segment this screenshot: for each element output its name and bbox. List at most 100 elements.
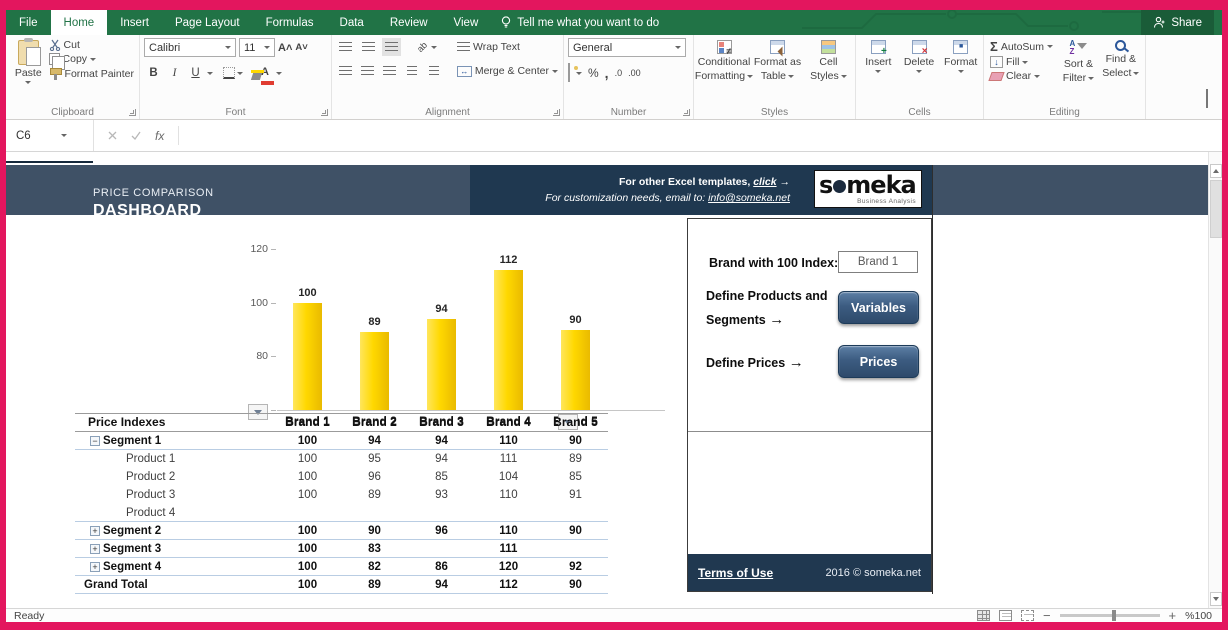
formula-input[interactable] — [179, 120, 1222, 151]
table-cell[interactable]: 100 — [274, 432, 341, 450]
table-cell[interactable]: 90 — [542, 432, 609, 450]
sort-filter-button[interactable]: AZ Sort & Filter — [1057, 38, 1099, 104]
font-name-select[interactable]: Calibri — [144, 38, 236, 57]
expand-toggle[interactable]: + — [90, 544, 100, 554]
email-link[interactable]: info@someka.net — [708, 192, 790, 204]
scroll-up-button[interactable] — [1210, 164, 1222, 178]
number-dialog-launcher[interactable] — [683, 109, 690, 116]
font-color-button[interactable]: A — [261, 62, 274, 85]
number-format-select[interactable]: General — [568, 38, 686, 57]
delete-cells-button[interactable]: Delete — [901, 38, 938, 104]
chart-bar[interactable] — [427, 318, 456, 410]
orientation-dropdown-icon[interactable] — [431, 45, 438, 49]
terms-of-use-link[interactable]: Terms of Use — [698, 566, 773, 580]
format-painter-button[interactable]: Format Painter — [47, 66, 136, 81]
row-label[interactable]: Product 1 — [126, 450, 175, 468]
table-cell[interactable]: 82 — [341, 558, 408, 576]
alignment-dialog-launcher[interactable] — [553, 109, 560, 116]
table-cell[interactable]: 90 — [542, 522, 609, 540]
scrollbar-thumb[interactable] — [1210, 180, 1222, 238]
table-column-header[interactable]: Brand 3 — [408, 413, 475, 431]
chart-filter-button[interactable] — [248, 404, 268, 420]
row-label[interactable]: Segment 4 — [103, 558, 161, 576]
table-cell[interactable]: 92 — [542, 558, 609, 576]
find-select-button[interactable]: Find & Select — [1100, 38, 1142, 104]
tab-insert[interactable]: Insert — [107, 10, 162, 35]
name-box[interactable]: C6 — [6, 120, 94, 151]
expand-toggle[interactable]: − — [90, 436, 100, 446]
worksheet[interactable]: PRICE COMPARISON DASHBOARD For other Exc… — [6, 152, 1222, 608]
conditional-formatting-button[interactable]: Conditional Formatting — [695, 38, 754, 104]
row-label[interactable]: Segment 3 — [103, 540, 161, 558]
align-middle-button[interactable] — [359, 38, 378, 56]
row-label[interactable]: Product 3 — [126, 486, 175, 504]
chart-bar[interactable] — [561, 329, 590, 410]
table-cell[interactable]: 100 — [274, 522, 341, 540]
table-cell[interactable]: 96 — [408, 522, 475, 540]
row-label[interactable]: Grand Total — [84, 576, 148, 594]
page-layout-view-button[interactable] — [998, 610, 1012, 621]
normal-view-button[interactable] — [976, 610, 990, 621]
italic-button[interactable]: I — [165, 64, 184, 82]
tab-data[interactable]: Data — [327, 10, 377, 35]
table-cell[interactable]: 83 — [341, 540, 408, 558]
expand-toggle[interactable]: + — [90, 526, 100, 536]
clear-button[interactable]: Clear — [988, 69, 1057, 83]
font-color-dropdown-icon[interactable] — [276, 71, 282, 75]
borders-dropdown-icon[interactable] — [237, 71, 243, 75]
prices-button[interactable]: Prices — [838, 345, 919, 378]
tab-file[interactable]: File — [6, 10, 51, 35]
row-label[interactable]: Product 2 — [126, 468, 175, 486]
accounting-dropdown-icon[interactable] — [576, 71, 582, 75]
page-break-view-button[interactable] — [1020, 610, 1034, 621]
zoom-out-button[interactable]: − — [1043, 609, 1051, 622]
table-cell[interactable]: 100 — [274, 468, 341, 486]
table-cell[interactable]: 86 — [408, 558, 475, 576]
table-cell[interactable]: 120 — [475, 558, 542, 576]
row-label[interactable]: Segment 2 — [103, 522, 161, 540]
variables-button[interactable]: Variables — [838, 291, 919, 324]
chart-bar[interactable] — [293, 302, 322, 410]
table-cell[interactable]: 91 — [542, 486, 609, 504]
clipboard-dialog-launcher[interactable] — [129, 109, 136, 116]
table-cell[interactable]: 90 — [341, 522, 408, 540]
table-column-header[interactable]: Brand 5 — [542, 413, 609, 431]
autosum-button[interactable]: Σ AutoSum — [988, 38, 1057, 55]
tab-home[interactable]: Home — [50, 10, 108, 35]
collapse-ribbon-button[interactable] — [1206, 89, 1208, 109]
tab-view[interactable]: View — [441, 10, 492, 35]
bold-button[interactable]: B — [144, 64, 163, 82]
cancel-icon[interactable] — [108, 131, 117, 140]
table-cell[interactable]: 100 — [274, 558, 341, 576]
share-button[interactable]: Share — [1141, 10, 1214, 35]
fill-button[interactable]: ↓ Fill — [988, 55, 1057, 69]
table-cell[interactable]: 93 — [408, 486, 475, 504]
decrease-indent-button[interactable] — [403, 62, 421, 80]
enter-icon[interactable] — [131, 131, 141, 140]
tab-review[interactable]: Review — [377, 10, 441, 35]
zoom-slider-thumb[interactable] — [1111, 610, 1116, 621]
table-cell[interactable]: 90 — [542, 576, 609, 594]
table-cell[interactable]: 111 — [475, 540, 542, 558]
align-left-button[interactable] — [336, 62, 354, 80]
align-center-button[interactable] — [358, 62, 376, 80]
vertical-scrollbar[interactable] — [1208, 152, 1222, 608]
format-as-table-button[interactable]: Format as Table — [752, 38, 803, 104]
cut-button[interactable]: Cut — [47, 38, 136, 52]
zoom-in-button[interactable]: + — [1169, 609, 1177, 622]
table-cell[interactable]: 89 — [542, 450, 609, 468]
table-cell[interactable]: 94 — [408, 450, 475, 468]
borders-button[interactable] — [223, 67, 235, 80]
shrink-font-button[interactable]: A˅ — [295, 42, 307, 53]
wrap-text-button[interactable]: Wrap Text — [455, 40, 522, 54]
promo-line[interactable]: For other Excel templates, click → — [545, 174, 790, 190]
brand-index-input[interactable]: Brand 1 — [838, 251, 918, 273]
paste-button[interactable]: Paste — [10, 38, 47, 84]
table-cell[interactable]: 104 — [475, 468, 542, 486]
scroll-down-button[interactable] — [1210, 592, 1222, 606]
format-cells-button[interactable]: Format — [941, 38, 980, 104]
increase-decimal-button[interactable]: .0 — [615, 68, 623, 78]
cell-styles-button[interactable]: Cell Styles — [805, 38, 852, 104]
orientation-button[interactable]: ab — [415, 40, 429, 54]
expand-toggle[interactable]: + — [90, 562, 100, 572]
